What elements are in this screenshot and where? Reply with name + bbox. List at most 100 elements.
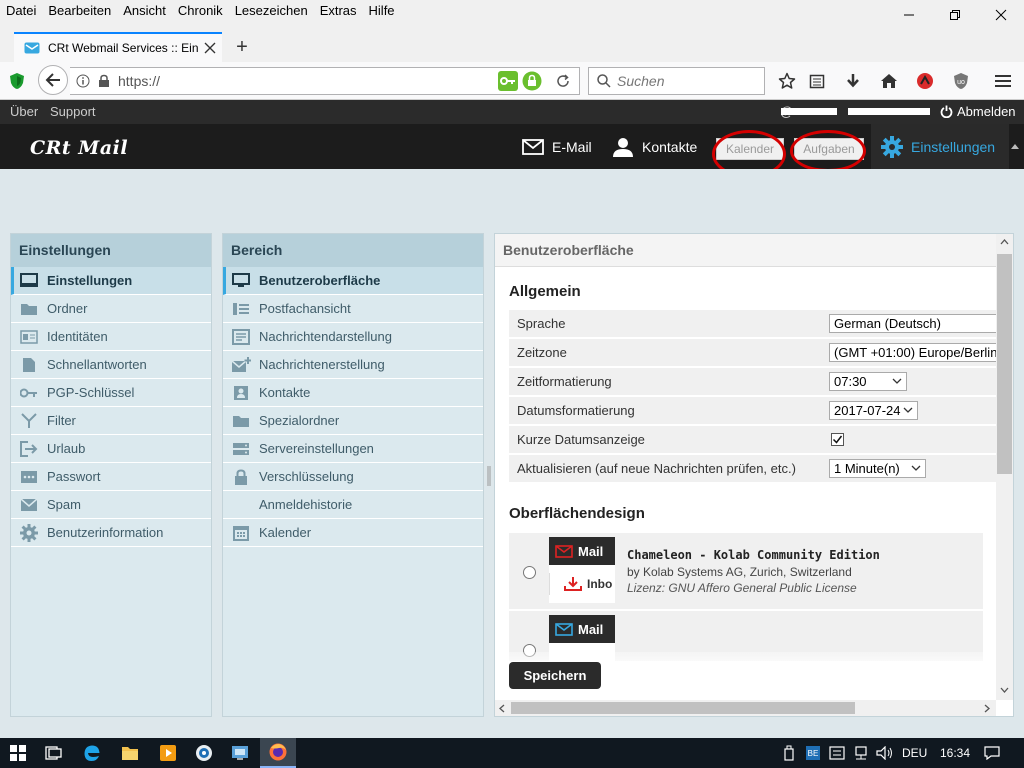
- settings-item-spam[interactable]: Spam: [11, 491, 211, 519]
- tray-app-icon[interactable]: BE: [802, 738, 824, 768]
- clock[interactable]: 16:34: [940, 746, 970, 760]
- restore-button[interactable]: [932, 0, 978, 30]
- skin-radio[interactable]: [523, 566, 536, 579]
- menu-chronik[interactable]: Chronik: [172, 0, 229, 22]
- notification-icon[interactable]: [980, 738, 1004, 768]
- splitter-handle[interactable]: [486, 466, 492, 486]
- hamburger-menu-icon[interactable]: [988, 66, 1018, 96]
- skin-option-chameleon[interactable]: Mail Inbo Chameleon - Kolab Community Ed…: [509, 533, 983, 609]
- task-view-icon[interactable]: [36, 738, 72, 768]
- browser-tab[interactable]: CRt Webmail Services :: Einst: [14, 32, 222, 62]
- timezone-select[interactable]: (GMT +01:00) Europe/Berlin: [829, 343, 1004, 362]
- settings-item-einstellungen[interactable]: Einstellungen: [11, 267, 211, 295]
- search-input[interactable]: [617, 73, 757, 89]
- redaction-bar: [848, 108, 930, 115]
- menu-extras[interactable]: Extras: [314, 0, 363, 22]
- scroll-right-icon[interactable]: [984, 704, 990, 713]
- section-item-verschluesselung[interactable]: Verschlüsselung: [223, 463, 483, 491]
- section-item-servereinstellungen[interactable]: Servereinstellungen: [223, 435, 483, 463]
- horizontal-scrollbar[interactable]: [495, 700, 996, 716]
- section-item-anmeldehistorie[interactable]: Anmeldehistorie: [223, 491, 483, 519]
- scroll-down-icon[interactable]: [1000, 687, 1009, 693]
- chevron-down-icon: [911, 465, 921, 472]
- settings-panel: Einstellungen Einstellungen Ordner Ident…: [10, 233, 212, 717]
- lock-icon[interactable]: [98, 74, 110, 88]
- nav-contacts[interactable]: Kontakte: [612, 124, 697, 169]
- firefox-taskbar-icon[interactable]: [260, 738, 296, 768]
- nav-settings[interactable]: Einstellungen: [871, 124, 1009, 169]
- svg-text:BE: BE: [808, 749, 819, 758]
- settings-item-benutzerinformation[interactable]: Benutzerinformation: [11, 519, 211, 547]
- input-language[interactable]: DEU: [902, 746, 927, 760]
- home-icon[interactable]: [874, 66, 904, 96]
- tray-settings-icon[interactable]: [826, 738, 848, 768]
- downloads-icon[interactable]: [838, 66, 868, 96]
- menu-hilfe[interactable]: Hilfe: [363, 0, 401, 22]
- section-item-kontakte[interactable]: Kontakte: [223, 379, 483, 407]
- menu-ansicht[interactable]: Ansicht: [117, 0, 172, 22]
- addon-red-icon[interactable]: [910, 66, 940, 96]
- settings-item-ordner[interactable]: Ordner: [11, 295, 211, 323]
- info-icon[interactable]: [76, 74, 90, 88]
- about-link[interactable]: Über: [10, 104, 38, 119]
- settings-item-urlaub[interactable]: Urlaub: [11, 435, 211, 463]
- shield-addon-icon[interactable]: [2, 66, 32, 96]
- nav-settings-label: Einstellungen: [911, 138, 996, 155]
- key-addon-icon[interactable]: [498, 71, 518, 91]
- back-button[interactable]: [38, 65, 68, 95]
- vertical-scroll-thumb[interactable]: [997, 254, 1012, 474]
- logout-button[interactable]: Abmelden: [940, 104, 1016, 119]
- scroll-up-icon[interactable]: [1000, 239, 1009, 245]
- dateformat-select[interactable]: 2017-07-24: [829, 401, 918, 420]
- minimize-button[interactable]: [886, 0, 932, 30]
- file-explorer-icon[interactable]: [112, 738, 148, 768]
- media-player-icon[interactable]: [150, 738, 186, 768]
- app-icon[interactable]: [186, 738, 222, 768]
- edge-browser-icon[interactable]: [74, 738, 110, 768]
- timeformat-select[interactable]: 07:30: [829, 372, 907, 391]
- volume-icon[interactable]: [874, 738, 896, 768]
- bookmarks-list-icon[interactable]: [802, 66, 832, 96]
- vertical-scrollbar[interactable]: [996, 234, 1013, 700]
- settings-item-passwort[interactable]: Passwort: [11, 463, 211, 491]
- menu-lesezeichen[interactable]: Lesezeichen: [229, 0, 314, 22]
- thumb-inbox: Inbo: [549, 573, 615, 595]
- control-panel-icon[interactable]: [222, 738, 258, 768]
- thumb-spacer: [549, 565, 615, 573]
- section-item-benutzeroberflaeche[interactable]: Benutzeroberfläche: [223, 267, 483, 295]
- settings-item-schnellantworten[interactable]: Schnellantworten: [11, 351, 211, 379]
- search-bar[interactable]: [588, 67, 765, 95]
- header-dropdown-arrow-icon[interactable]: [1011, 144, 1019, 149]
- ublock-icon[interactable]: uo: [946, 66, 976, 96]
- language-select[interactable]: German (Deutsch): [829, 314, 1004, 333]
- section-item-label: Verschlüsselung: [259, 469, 354, 484]
- bookmark-star-icon[interactable]: [772, 66, 802, 96]
- url-text[interactable]: https://: [118, 73, 160, 89]
- support-link[interactable]: Support: [50, 104, 96, 119]
- secure-lock-icon[interactable]: [522, 71, 542, 91]
- settings-item-filter[interactable]: Filter: [11, 407, 211, 435]
- horizontal-scroll-thumb[interactable]: [511, 702, 855, 714]
- shortdate-checkbox[interactable]: [831, 433, 844, 446]
- close-tab-icon[interactable]: [204, 42, 216, 54]
- section-item-postfachansicht[interactable]: Postfachansicht: [223, 295, 483, 323]
- save-button[interactable]: Speichern: [509, 662, 601, 689]
- network-icon[interactable]: [850, 738, 872, 768]
- reload-icon[interactable]: [556, 74, 570, 88]
- section-item-spezialordner[interactable]: Spezialordner: [223, 407, 483, 435]
- section-item-nachrichtendarstellung[interactable]: Nachrichtendarstellung: [223, 323, 483, 351]
- nav-mail[interactable]: E-Mail: [522, 124, 592, 169]
- windows-start-icon[interactable]: [0, 738, 36, 768]
- refresh-select[interactable]: 1 Minute(n): [829, 459, 926, 478]
- new-tab-button[interactable]: +: [232, 36, 252, 60]
- section-item-kalender[interactable]: Kalender: [223, 519, 483, 547]
- menu-bearbeiten[interactable]: Bearbeiten: [42, 0, 117, 22]
- menu-datei[interactable]: Datei: [0, 0, 42, 22]
- section-item-nachrichtenerstellung[interactable]: Nachrichtenerstellung: [223, 351, 483, 379]
- settings-item-identitaeten[interactable]: Identitäten: [11, 323, 211, 351]
- url-bar[interactable]: https://: [70, 67, 580, 95]
- settings-item-pgp[interactable]: PGP-Schlüssel: [11, 379, 211, 407]
- close-window-button[interactable]: [978, 0, 1024, 30]
- usb-device-icon[interactable]: [778, 738, 800, 768]
- scroll-left-icon[interactable]: [499, 704, 505, 713]
